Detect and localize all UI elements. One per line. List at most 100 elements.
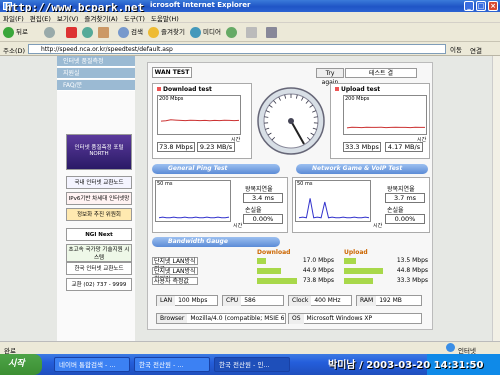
bandwidth-download-value: 17.0 Mbps <box>302 257 334 264</box>
general-ping-graph: 50 ms <box>155 180 231 222</box>
bandwidth-upload-bar <box>344 278 373 284</box>
media-button[interactable]: 미디어 <box>190 26 221 39</box>
download-title: Download test <box>157 86 212 93</box>
bandwidth-upload-value: 33.3 Mbps <box>396 277 428 284</box>
star-icon <box>148 26 159 38</box>
search-button[interactable]: 검색 <box>118 26 143 39</box>
history-icon <box>226 26 237 38</box>
window-title: icrosoft Internet Explorer <box>150 1 251 9</box>
voip-loss-value: 0.00% <box>385 214 425 224</box>
try-again-button[interactable]: Try again <box>316 68 344 86</box>
bandwidth-download-bar <box>257 278 297 284</box>
media-icon <box>190 26 201 38</box>
forward-button[interactable] <box>44 26 57 39</box>
bandwidth-upload-bar <box>344 268 383 274</box>
general-rtt-value: 3.4 ms <box>243 193 283 203</box>
general-ping-chart <box>158 216 230 219</box>
banner-ipv6[interactable]: IPv6기반 차세대 인터넷망 <box>66 192 132 205</box>
download-throughput: 73.8 Mbps <box>157 142 195 152</box>
task-nca-1[interactable]: 한국 전산원 - ... <box>134 357 210 372</box>
vertical-scrollbar[interactable] <box>492 56 500 341</box>
voip-test-title: Network Game & VoIP Test <box>296 164 428 174</box>
bandwidth-upload-value: 44.8 Mbps <box>396 267 428 274</box>
mail-button[interactable] <box>246 26 259 39</box>
bandwidth-upload-value: 13.5 Mbps <box>396 257 428 264</box>
close-button[interactable]: × <box>488 1 498 11</box>
toolbar: 뒤로 검색 즐겨찾기 미디어 <box>0 23 500 42</box>
bandwidth-upload-header: Upload <box>344 249 368 256</box>
sidebar-item-quality[interactable]: 인터넷 품질측정 <box>57 56 135 67</box>
back-arrow-icon <box>3 26 14 38</box>
task-nca-2[interactable]: 한국 전산원 - 인... <box>214 357 290 372</box>
bandwidth-download-header: Download <box>257 249 291 256</box>
speed-gauge <box>256 83 326 159</box>
sidebar-item-support[interactable]: 지원실 <box>57 68 135 79</box>
maximize-button[interactable]: □ <box>476 1 486 11</box>
favorites-button[interactable]: 즐겨찾기 <box>148 26 185 39</box>
bandwidth-row: 사용자 측정값 73.8 Mbps 33.3 Mbps <box>152 277 428 285</box>
home-icon <box>98 26 109 38</box>
bandwidth-row: 단지넷 LAN방식 평균 17.0 Mbps 13.5 Mbps <box>152 257 428 273</box>
download-graph: 200 Mbps <box>157 95 241 135</box>
bandwidth-download-value: 44.9 Mbps <box>302 267 334 274</box>
test-result-button[interactable]: 테스트 결 <box>345 68 417 78</box>
general-ping-panel: 50 ms 시간 왕복지연율 3.4 ms 손실율 0.00% <box>152 177 288 233</box>
links-button[interactable]: 연결 <box>470 45 482 55</box>
banner-quality-portal[interactable]: 인터넷 품질측정 포털 NORTH <box>66 134 132 170</box>
refresh-button[interactable] <box>82 26 95 39</box>
upload-throughput: 33.3 Mbps <box>343 142 381 152</box>
back-button[interactable]: 뒤로 <box>3 26 28 39</box>
address-label: 주소(D) <box>3 47 26 55</box>
banner-committee[interactable]: 정보화 추진 위원회 <box>66 208 132 221</box>
voip-chart <box>298 198 370 219</box>
search-icon <box>118 26 129 38</box>
voip-rtt-label: 왕복지연율 <box>387 186 415 193</box>
upload-series-line <box>346 126 425 129</box>
bandwidth-row-label: 사용자 측정값 <box>152 277 198 285</box>
address-input[interactable]: http://speed.nca.or.kr/speedtest/default… <box>28 44 446 54</box>
voip-rtt-value: 3.7 ms <box>385 193 425 203</box>
banner-exchange-node[interactable]: 국내 인터넷 교환노드 <box>66 176 132 189</box>
speed-gauge-dial <box>257 87 325 155</box>
minimize-button[interactable]: _ <box>464 1 474 11</box>
internet-zone-icon <box>446 343 455 352</box>
os-info: OS Microsoft Windows XP <box>288 313 422 324</box>
bandwidth-download-bar <box>257 258 266 264</box>
general-ping-series-line <box>158 216 230 219</box>
bandwidth-title: Bandwidth Gauge <box>152 237 280 247</box>
clock-info: Clock 400 MHz <box>288 295 352 306</box>
voip-graph: 50 ms <box>295 180 371 222</box>
bandwidth-upload-bar <box>344 258 356 264</box>
start-button[interactable]: 시작 <box>0 354 42 375</box>
banner-phone[interactable]: 교환 (02) 737 - 9999 <box>66 278 132 291</box>
upload-bullet-icon <box>335 87 339 91</box>
general-ping-axis-label: 시간 <box>233 223 243 229</box>
status-bar: 완료 인터넷 <box>0 341 500 355</box>
home-button[interactable] <box>98 26 111 39</box>
stop-icon <box>66 26 77 38</box>
banner-ngi[interactable]: NGI Next Generation <box>66 228 132 241</box>
sidebar: 인터넷 품질측정 지원실 FAQ/문 인터넷 품질측정 포털 NORTH 국내 … <box>57 56 135 341</box>
tab-wan-test[interactable]: WAN TEST <box>152 67 192 78</box>
history-button[interactable] <box>226 26 239 39</box>
speedtest-panel: WAN TEST Try again 테스트 결 Download test 2… <box>147 62 433 330</box>
upload-chart <box>346 126 425 129</box>
bandwidth-download-value: 73.8 Mbps <box>302 277 334 284</box>
stop-button[interactable] <box>66 26 79 39</box>
print-button[interactable] <box>266 26 279 39</box>
address-bar: 주소(D) http://speed.nca.or.kr/speedtest/d… <box>0 42 500 56</box>
download-rate: 9.23 MB/s <box>197 142 235 152</box>
banner-kix[interactable]: 한국 인터넷 교환노드 <box>66 262 132 275</box>
print-icon <box>266 26 277 38</box>
task-naver[interactable]: 네이버 통합검색 - ... <box>54 357 130 372</box>
general-loss-label: 손실율 <box>245 207 262 214</box>
voip-loss-label: 손실율 <box>387 207 404 214</box>
sidebar-item-faq[interactable]: FAQ/문 <box>57 80 135 91</box>
lan-info: LAN 100 Mbps <box>156 295 218 306</box>
bandwidth-row: 단지넷 LAN방식 최대값 44.9 Mbps 44.8 Mbps <box>152 267 428 283</box>
go-button[interactable]: 이동 <box>450 44 462 54</box>
download-bullet-icon <box>157 87 161 91</box>
banner-tech-support[interactable]: 초고속 국가망 기술지원 시스템 <box>66 244 132 262</box>
general-ping-title: General Ping Test <box>152 164 280 174</box>
menu-bar: 파일(F) 편집(E) 보기(V) 즐겨찾기(A) 도구(T) 도움말(H) <box>0 12 500 23</box>
